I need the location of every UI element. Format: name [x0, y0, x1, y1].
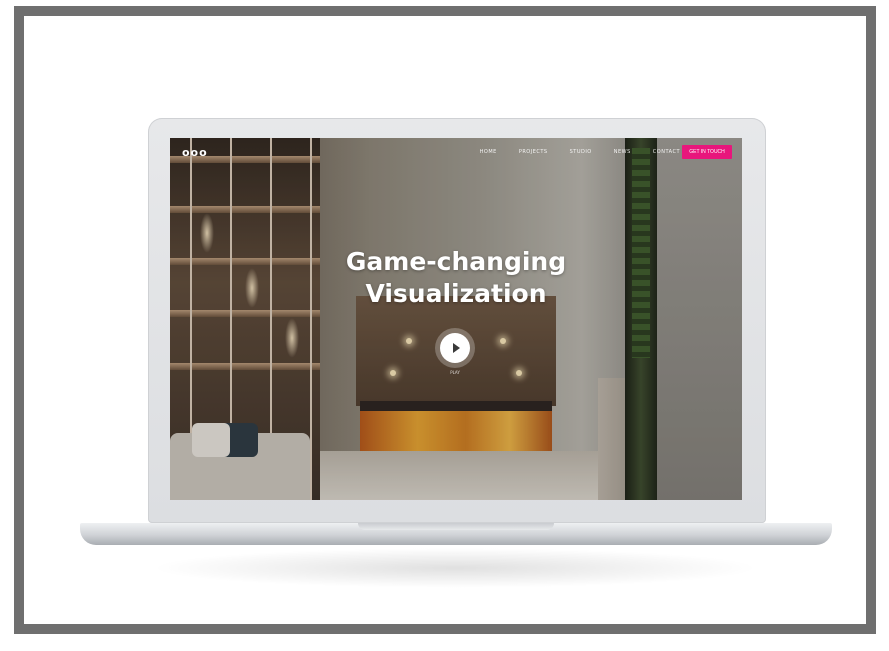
site-logo[interactable]: ooo: [182, 146, 208, 159]
hero-title-line-2: Visualization: [365, 279, 547, 308]
play-icon: [452, 343, 460, 353]
laptop-notch: [358, 523, 554, 530]
screen-shade: [170, 138, 742, 500]
nav-item-home[interactable]: HOME: [480, 149, 497, 155]
play-caption: PLAY: [450, 370, 460, 375]
hero-title: Game-changing Visualization: [170, 246, 742, 310]
laptop-shadow: [150, 548, 760, 588]
site-nav: HOME PROJECTS STUDIO NEWS CONTACT: [480, 149, 680, 155]
play-button[interactable]: [440, 333, 470, 363]
hero-title-line-1: Game-changing: [345, 247, 567, 276]
get-in-touch-button[interactable]: GET IN TOUCH: [682, 145, 732, 159]
nav-item-studio[interactable]: STUDIO: [570, 149, 592, 155]
nav-item-news[interactable]: NEWS: [614, 149, 631, 155]
laptop-screen: ooo HOME PROJECTS STUDIO NEWS CONTACT GE…: [170, 138, 742, 500]
nav-item-projects[interactable]: PROJECTS: [519, 149, 548, 155]
nav-item-contact[interactable]: CONTACT: [653, 149, 680, 155]
